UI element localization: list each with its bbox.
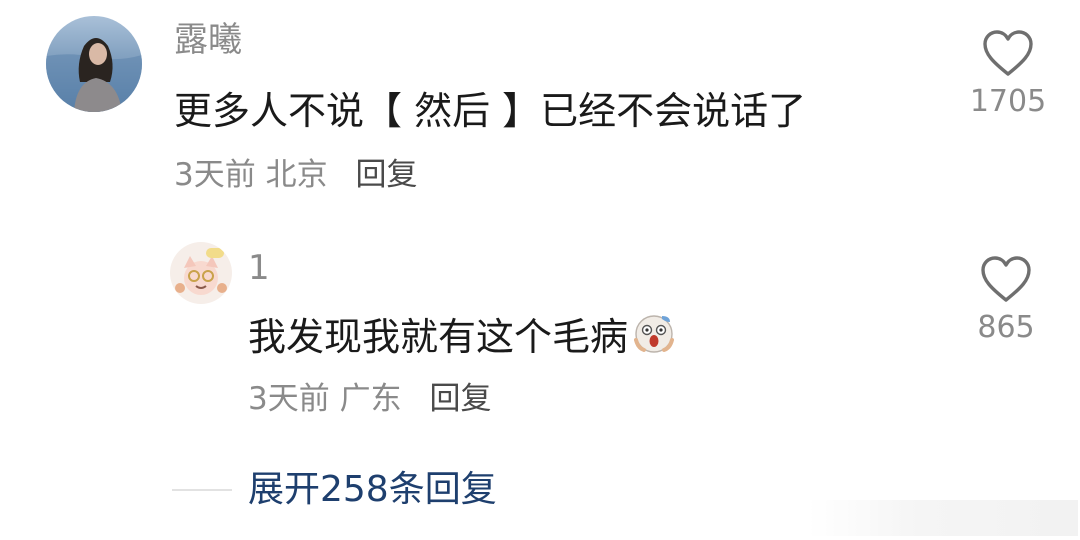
reply-like-button[interactable]: 865 <box>964 254 1048 346</box>
comment-username[interactable]: 露曦 <box>174 20 242 60</box>
reply-meta: 3天前 广东 回复 <box>248 380 491 418</box>
reply-reply-button[interactable]: 回复 <box>429 381 491 417</box>
like-count: 1705 <box>969 84 1047 119</box>
reply-like-count: 865 <box>977 310 1035 345</box>
reply-username[interactable]: 1 <box>248 248 270 288</box>
screaming-face-emoji-icon <box>632 310 676 364</box>
reply-avatar[interactable] <box>170 242 232 304</box>
scroll-fade <box>808 500 1078 536</box>
avatar[interactable] <box>46 16 142 112</box>
divider-line <box>172 489 232 491</box>
expand-replies-link[interactable]: 展开258条回复 <box>248 468 497 512</box>
reply-text-row: 我发现我就有这个毛病 <box>248 310 676 364</box>
comment-location: 北京 <box>265 157 328 193</box>
heart-icon[interactable] <box>981 28 1035 78</box>
reply-button[interactable]: 回复 <box>355 157 417 193</box>
heart-icon[interactable] <box>979 254 1033 304</box>
comment-time: 3天前 <box>174 157 256 193</box>
expand-replies[interactable]: 展开258条回复 <box>172 468 497 512</box>
like-button[interactable]: 1705 <box>966 28 1050 120</box>
comment-meta: 3天前 北京 回复 <box>174 156 417 194</box>
reply-location: 广东 <box>339 381 402 417</box>
comment-text: 更多人不说【 然后 】已经不会说话了 <box>174 89 807 133</box>
reply-text: 我发现我就有这个毛病 <box>248 315 629 359</box>
reply-time: 3天前 <box>248 381 330 417</box>
